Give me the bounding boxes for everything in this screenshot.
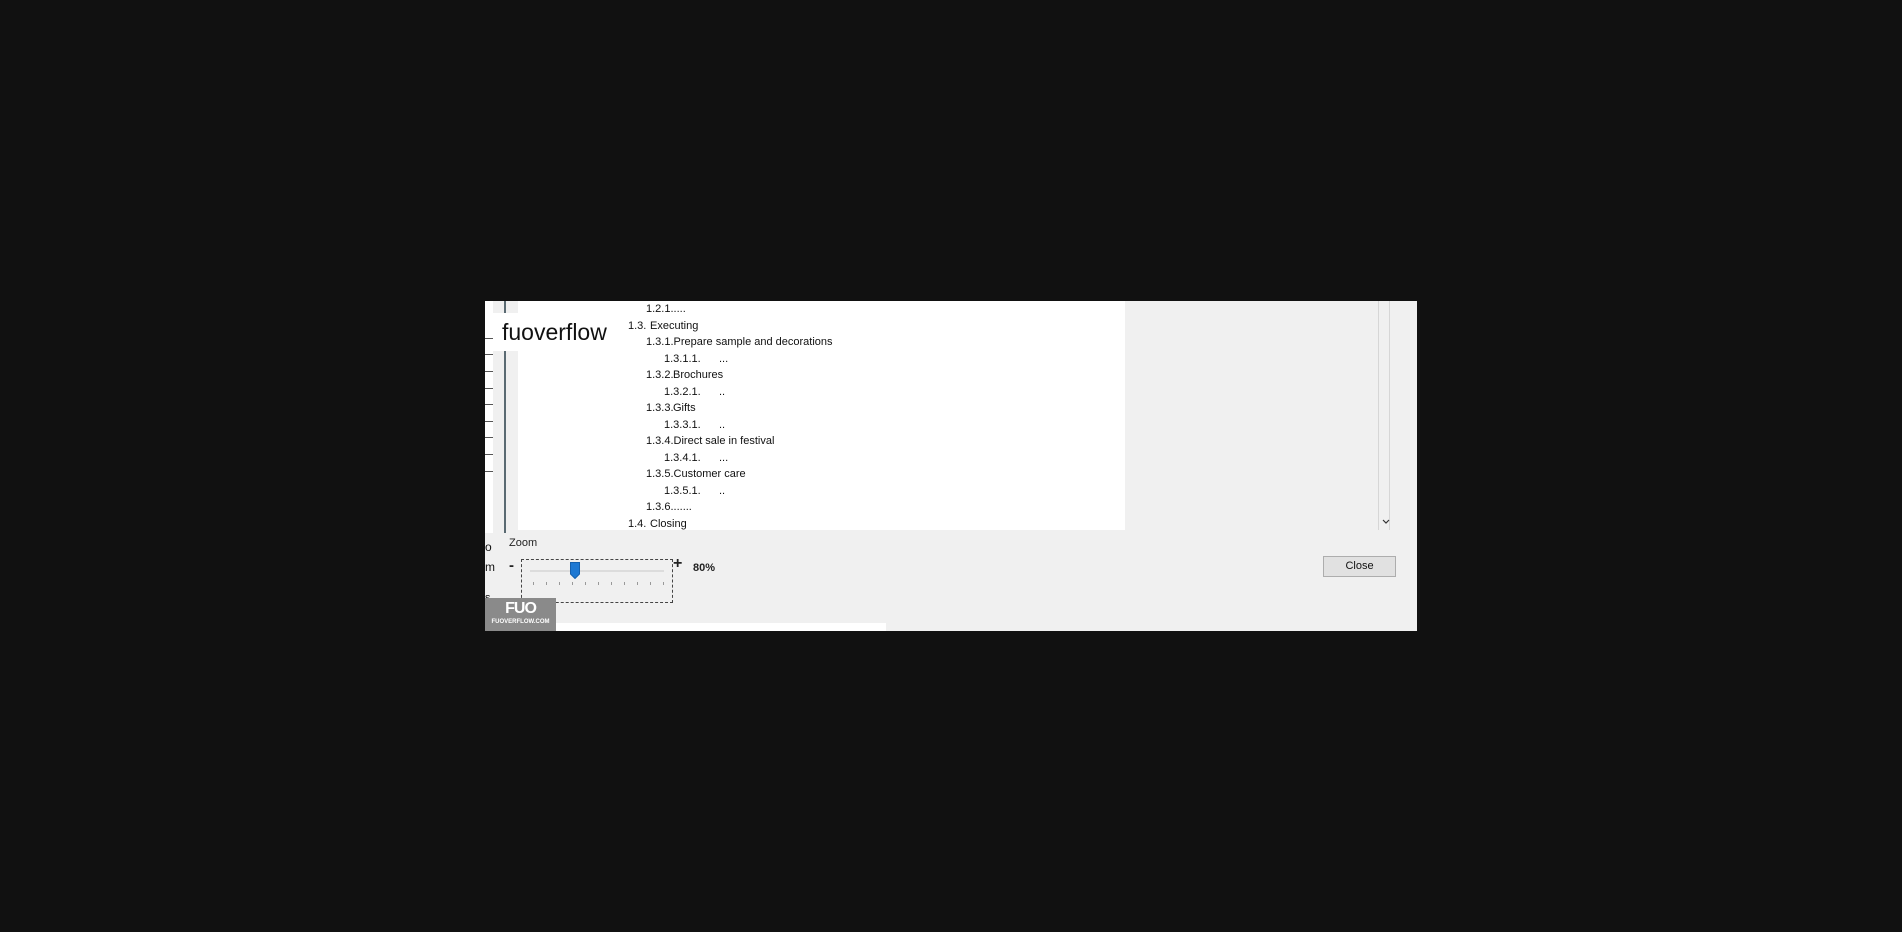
badge-logo: FUO [505,600,537,617]
bottom-panel-edge [556,623,886,631]
outline-line: 1.3.3.Gifts [646,402,696,414]
watermark-text: fuoverflow [493,313,607,351]
outline-line: 1.3.1.Prepare sample and decorations [646,336,833,348]
close-button[interactable]: Close [1323,556,1396,577]
zoom-out-button[interactable]: - [509,557,514,574]
badge-caption: FUOVERFLOW.COM [491,619,550,625]
slider-thumb[interactable] [570,562,580,580]
outline-line: 1.3. Executing [628,320,699,332]
zoom-label: Zoom [509,537,538,549]
zoom-in-button[interactable]: + [673,555,682,573]
preview-background [1125,301,1395,530]
zoom-slider[interactable] [521,559,673,603]
clipped-label: o [485,540,492,554]
outline-line: 1.3.1.1.... [664,353,729,365]
outline-line: 1.2.1..... [646,303,686,315]
document-preview[interactable]: 1.2.1..... 1.3. Executing 1.3.1.Prepare s… [518,301,1125,530]
zoom-percent: 80% [693,562,716,574]
watermark-badge: FUO FUOVERFLOW.COM [485,598,556,631]
outline-line: 1.3.5.Customer care [646,468,746,480]
slider-track [530,570,664,572]
outline-line: 1.3.2.1... [664,386,726,398]
outline-line: 1.4. Closing [628,518,687,530]
outline-line: 1.3.6....... [646,501,692,513]
outline-line: 1.3.2.Brochures [646,369,724,381]
outline-line: 1.3.4.1.... [664,452,729,464]
outline-line: 1.3.5.1... [664,485,726,497]
vertical-scrollbar[interactable] [1378,301,1390,530]
print-preview-dialog: 1.2.1..... 1.3. Executing 1.3.1.Prepare s… [485,301,1417,631]
vertical-ruler [485,301,493,533]
chevron-down-icon[interactable] [1381,517,1391,527]
outline-line: 1.3.4.Direct sale in festival [646,435,775,447]
clipped-label: m [485,560,495,574]
outline-line: 1.3.3.1... [664,419,726,431]
